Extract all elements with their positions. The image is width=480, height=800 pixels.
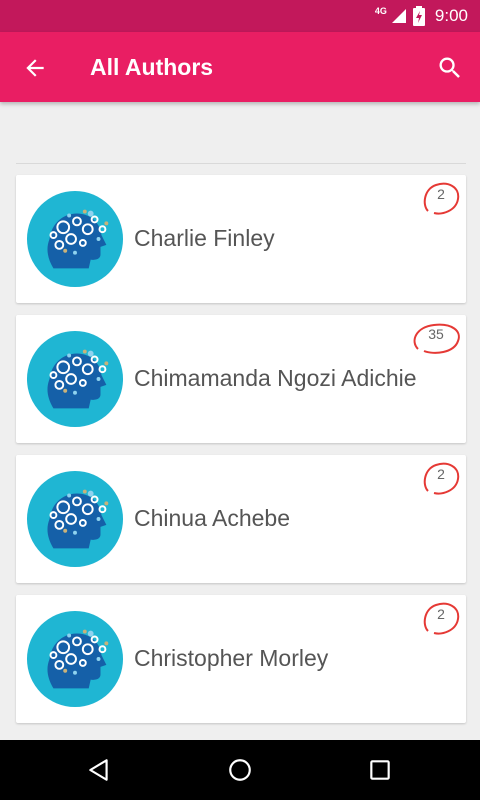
network-type: 4G [374,6,387,16]
author-name: Chinua Achebe [134,505,291,531]
app-bar: All Authors [0,32,480,102]
author-card[interactable]: Chinua Achebe 2 [16,455,466,583]
signal-icon [391,9,406,23]
author-avatar-icon [26,610,124,708]
author-list: Charlie Finley 2 Chimamanda Ngozi Adichi… [16,175,466,735]
search-icon[interactable] [436,54,464,82]
book-count: 35 [428,326,444,342]
author-avatar-icon [26,190,124,288]
book-count-badge: 2 [420,181,462,217]
author-card[interactable]: Chimamanda Ngozi Adichie 35 [16,315,466,443]
clock: 9:00 [434,6,468,25]
author-card[interactable]: Christopher Morley 2 [16,595,466,723]
author-name: Chimamanda Ngozi Adichie [134,365,417,391]
arrow-left-icon[interactable] [22,55,48,81]
author-name: Christopher Morley [134,645,329,671]
status-bar: 4G 9:00 [0,0,480,32]
header-divider [16,163,466,164]
book-count-badge: 2 [420,601,462,637]
book-count: 2 [437,186,445,202]
back-triangle-icon[interactable] [86,757,112,783]
author-name: Charlie Finley [134,225,275,251]
home-circle-icon[interactable] [227,757,253,783]
battery-icon [412,6,425,26]
recents-square-icon[interactable] [367,757,393,783]
page-title: All Authors [90,54,214,80]
author-avatar-icon [26,330,124,428]
book-count-badge: 2 [420,461,462,497]
author-card[interactable]: Charlie Finley 2 [16,175,466,303]
book-count-badge: 35 [410,321,462,357]
book-count: 2 [437,466,445,482]
book-count: 2 [437,606,445,622]
author-avatar-icon [26,470,124,568]
system-nav-bar [0,740,480,800]
